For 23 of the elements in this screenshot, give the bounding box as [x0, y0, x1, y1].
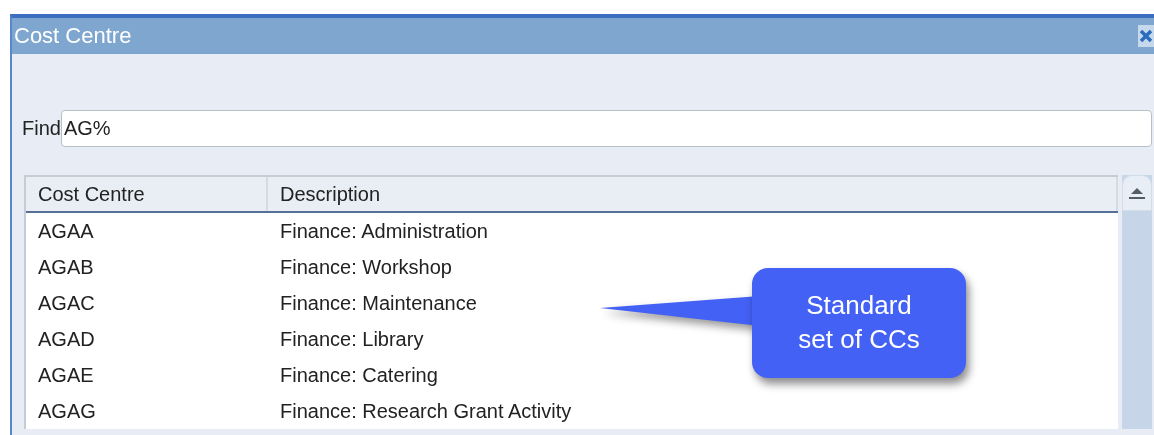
table-cell: AGAB: [38, 255, 94, 278]
table-cell: AGAA: [38, 219, 94, 242]
table-cell: AGAG: [38, 399, 96, 422]
scroll-up-button[interactable]: [1122, 175, 1152, 211]
close-icon: [1139, 29, 1153, 43]
window-title: Cost Centre: [14, 23, 132, 49]
close-button[interactable]: [1138, 25, 1154, 47]
table-cell: Finance: Administration: [280, 219, 488, 242]
table-cell: Finance: Research Grant Activity: [280, 399, 572, 422]
table-cell: Finance: Maintenance: [280, 291, 477, 314]
table-cell: Finance: Workshop: [280, 255, 452, 278]
table-cell: Finance: Library: [280, 327, 424, 350]
table-cell: AGAC: [38, 291, 95, 314]
callout: Standard set of CCs: [752, 268, 966, 378]
table-cell: Finance: Catering: [280, 363, 438, 386]
table-cell: AGAE: [38, 363, 94, 386]
find-label: Find: [22, 117, 61, 140]
find-field[interactable]: AG%: [60, 110, 1152, 147]
column-header[interactable]: Cost Centre: [26, 177, 268, 211]
scrollbar[interactable]: [1122, 175, 1152, 429]
up-arrow-icon: [1128, 186, 1146, 200]
table-cell: AGAD: [38, 327, 95, 350]
column-header[interactable]: Description: [268, 177, 1118, 211]
